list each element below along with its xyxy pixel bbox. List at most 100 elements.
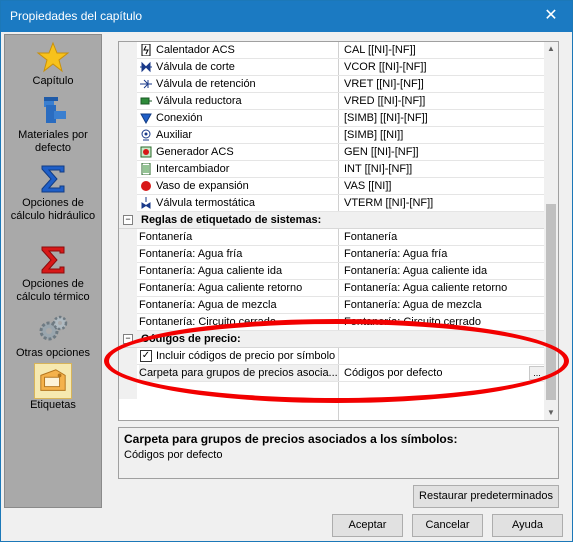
property-value[interactable] [341, 348, 545, 364]
row-gutter [119, 263, 137, 280]
category-prices[interactable]: − Códigos de precio: [119, 331, 545, 348]
row-gutter [119, 229, 137, 246]
property-name: Conexión [139, 110, 339, 126]
property-value[interactable]: Fontanería: Agua fría [341, 246, 545, 262]
property-name: Calentador ACS [139, 42, 339, 58]
property-name: Fontanería: Agua caliente retorno [139, 280, 339, 296]
accept-button[interactable]: Aceptar [332, 514, 403, 537]
description-title: Carpeta para grupos de precios asociados… [124, 432, 458, 446]
category-systems[interactable]: − Reglas de etiquetado de sistemas: [119, 212, 545, 229]
grid-row[interactable]: Válvula de corte VCOR [[NI]-[NF]] [119, 59, 545, 76]
description-text: Códigos por defecto [124, 449, 223, 461]
property-value[interactable]: Fontanería: Agua de mezcla [341, 297, 545, 313]
close-icon[interactable]: ✕ [536, 5, 566, 27]
property-name: Generador ACS [139, 144, 339, 160]
sidebar-item-etiquetas[interactable]: Etiquetas [5, 363, 101, 412]
grid-row[interactable]: Fontanería: Agua fría Fontanería: Agua f… [119, 246, 545, 263]
sidebar-item-otras-opciones[interactable]: Otras opciones [5, 313, 101, 360]
grid-row[interactable]: Intercambiador INT [[NI]-[NF]] [119, 161, 545, 178]
property-value[interactable]: Fontanería: Agua caliente ida [341, 263, 545, 279]
sidebar-item-label: Opciones de cálculo hidráulico [10, 197, 96, 222]
row-gutter [119, 144, 137, 161]
grid-row[interactable]: Válvula termostática VTERM [[NI]-[NF]] [119, 195, 545, 212]
sidebar-item-calculo-hidraulico[interactable]: Opciones de cálculo hidráulico [5, 163, 101, 223]
grid-row[interactable]: Carpeta para grupos de precios asocia...… [119, 365, 545, 382]
scroll-thumb[interactable] [546, 204, 556, 400]
sidebar: Capítulo Materiales por defecto Opciones… [4, 34, 102, 508]
gears-icon [39, 315, 68, 341]
scroll-up-icon[interactable]: ▲ [544, 42, 558, 56]
property-name: Vaso de expansión [139, 178, 339, 194]
property-value[interactable]: CAL [[NI]-[NF]] [341, 42, 545, 58]
row-gutter [119, 42, 137, 59]
property-value[interactable]: VCOR [[NI]-[NF]] [341, 59, 545, 75]
empty-cell [139, 382, 339, 420]
property-name: Fontanería: Circuito cerrado [139, 314, 339, 330]
property-name: Intercambiador [139, 161, 339, 177]
property-value[interactable]: VTERM [[NI]-[NF]] [341, 195, 545, 211]
row-gutter [119, 365, 137, 382]
grid-row[interactable]: Válvula reductora VRED [[NI]-[NF]] [119, 93, 545, 110]
scroll-down-icon[interactable]: ▼ [544, 406, 558, 420]
property-grid: Calentador ACS CAL [[NI]-[NF]] Válvula d… [118, 41, 559, 421]
blue-sigma-icon [41, 165, 65, 193]
grid-row[interactable]: Conexión [SIMB] [[NI]-[NF]] [119, 110, 545, 127]
property-name: Fontanería: Agua fría [139, 246, 339, 262]
red-sigma-icon [41, 246, 65, 274]
property-value[interactable]: [SIMB] [[NI]-[NF]] [341, 110, 545, 126]
grid-row[interactable]: Vaso de expansión VAS [[NI]] [119, 178, 545, 195]
grid-scrollbar[interactable]: ▲ ▼ [544, 42, 558, 420]
row-gutter [119, 348, 137, 365]
restore-defaults-button[interactable]: Restaurar predeterminados [413, 485, 559, 508]
property-value[interactable]: Fontanería: Circuito cerrado [341, 314, 545, 330]
grid-row[interactable]: Fontanería: Agua de mezcla Fontanería: A… [119, 297, 545, 314]
property-value[interactable]: Fontanería [341, 229, 545, 245]
row-gutter [119, 297, 137, 314]
grid-row[interactable]: Generador ACS GEN [[NI]-[NF]] [119, 144, 545, 161]
help-button[interactable]: Ayuda [492, 514, 563, 537]
property-value[interactable]: GEN [[NI]-[NF]] [341, 144, 545, 160]
property-value[interactable]: VRET [[NI]-[NF]] [341, 76, 545, 92]
row-gutter [119, 127, 137, 144]
property-value[interactable]: [SIMB] [[NI]] [341, 127, 545, 143]
grid-row[interactable]: Fontanería: Agua caliente retorno Fontan… [119, 280, 545, 297]
title-bar: Propiedades del capítulo ✕ [1, 1, 572, 32]
property-name: Válvula de retención [139, 76, 339, 92]
property-name: Fontanería: Agua de mezcla [139, 297, 339, 313]
grid-row[interactable]: ✓ Incluir códigos de precio por símbolo [119, 348, 545, 365]
sidebar-item-calculo-termico[interactable]: Opciones de cálculo térmico [5, 244, 101, 304]
row-gutter [119, 93, 137, 110]
property-value[interactable]: VAS [[NI]] [341, 178, 545, 194]
grid-row[interactable]: Fontanería: Circuito cerrado Fontanería:… [119, 314, 545, 331]
row-gutter [119, 195, 137, 212]
property-name: Fontanería: Agua caliente ida [139, 263, 339, 279]
sidebar-item-label: Materiales por defecto [18, 129, 88, 154]
property-value[interactable]: VRED [[NI]-[NF]] [341, 93, 545, 109]
grid-row[interactable]: Válvula de retención VRET [[NI]-[NF]] [119, 76, 545, 93]
grid-row[interactable]: Fontanería Fontanería [119, 229, 545, 246]
sidebar-item-label: Capítulo [32, 75, 74, 87]
property-value[interactable]: INT [[NI]-[NF]] [341, 161, 545, 177]
row-gutter [119, 161, 137, 178]
star-icon [36, 41, 70, 73]
selected-highlight [34, 363, 72, 399]
property-name: Fontanería [139, 229, 339, 245]
sidebar-item-materiales[interactable]: Materiales por defecto [5, 95, 101, 155]
grid-row[interactable]: Fontanería: Agua caliente ida Fontanería… [119, 263, 545, 280]
property-name: Válvula reductora [139, 93, 339, 109]
property-value[interactable]: Códigos por defecto [341, 365, 545, 381]
collapse-icon[interactable]: − [123, 334, 133, 344]
sidebar-item-capitulo[interactable]: Capítulo [5, 41, 101, 88]
browse-button[interactable]: ... [529, 366, 545, 380]
grid-row[interactable]: Auxiliar [SIMB] [[NI]] [119, 127, 545, 144]
grid-empty-row [119, 382, 545, 420]
cancel-button[interactable]: Cancelar [412, 514, 483, 537]
property-name: Auxiliar [139, 127, 339, 143]
grid-row[interactable]: Calentador ACS CAL [[NI]-[NF]] [119, 42, 545, 59]
category-label: Códigos de precio: [141, 333, 241, 345]
row-gutter [119, 59, 137, 76]
collapse-icon[interactable]: − [123, 215, 133, 225]
sidebar-item-label: Otras opciones [16, 347, 90, 359]
property-name: Incluir códigos de precio por símbolo [139, 348, 339, 364]
property-value[interactable]: Fontanería: Agua caliente retorno [341, 280, 545, 296]
